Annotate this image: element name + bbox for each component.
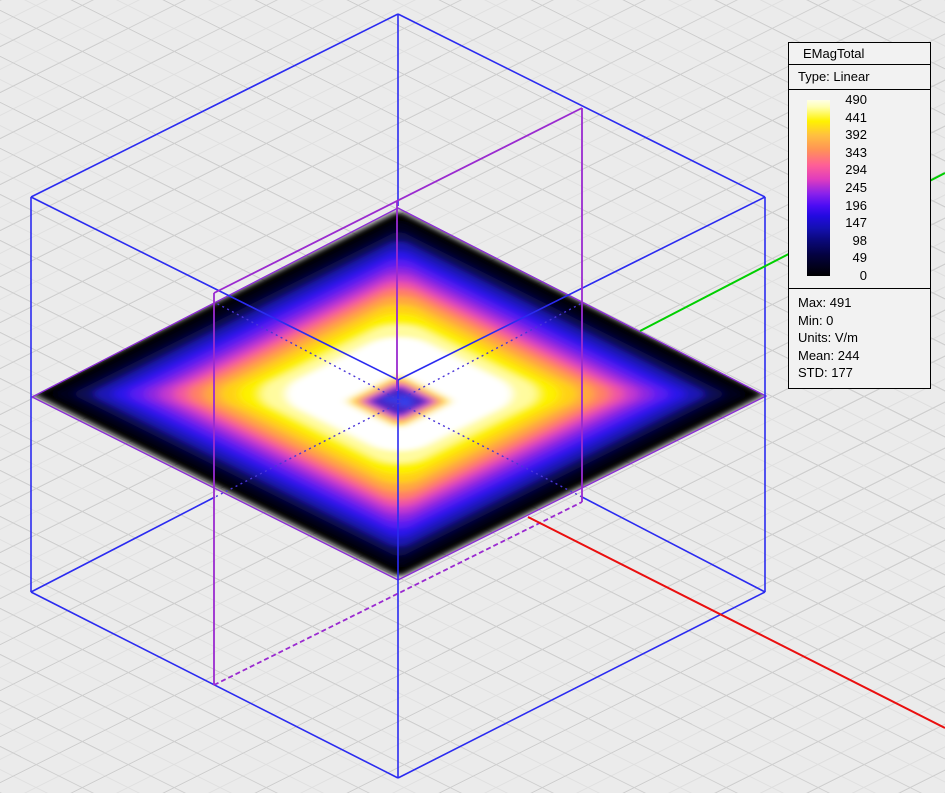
stat-max: Max: 491 [798,294,930,312]
colorbar-tick: 441 [845,110,867,126]
colorbar-tick: 392 [845,127,867,143]
colorbar-tick-labels: 490 441 392 343 294 245 196 147 98 49 0 [833,92,867,284]
x-axis-line [528,517,945,728]
legend-color-scale: 490 441 392 343 294 245 196 147 98 49 0 [789,90,930,289]
colorbar-tick: 245 [845,180,867,196]
colorbar-tick: 0 [860,268,867,284]
colorbar-tick: 147 [845,215,867,231]
colorbar-tick: 343 [845,145,867,161]
stat-min: Min: 0 [798,312,930,330]
3d-model-viewport[interactable]: EMagTotal Type: Linear 490 441 392 343 2… [0,0,945,793]
colorbar-gradient [807,100,830,276]
colorbar-tick: 490 [845,92,867,108]
colorbar-tick: 49 [853,250,867,266]
colorbar-tick: 196 [845,198,867,214]
colorbar-tick: 294 [845,162,867,178]
stat-std: STD: 177 [798,364,930,382]
colorbar-tick: 98 [853,233,867,249]
stat-units: Units: V/m [798,329,930,347]
stat-mean: Mean: 244 [798,347,930,365]
legend-scale-type: Type: Linear [789,65,930,90]
field-plot-legend: EMagTotal Type: Linear 490 441 392 343 2… [788,42,931,389]
legend-title: EMagTotal [789,43,930,65]
legend-statistics: Max: 491 Min: 0 Units: V/m Mean: 244 STD… [789,289,930,388]
field-plot [32,211,766,578]
